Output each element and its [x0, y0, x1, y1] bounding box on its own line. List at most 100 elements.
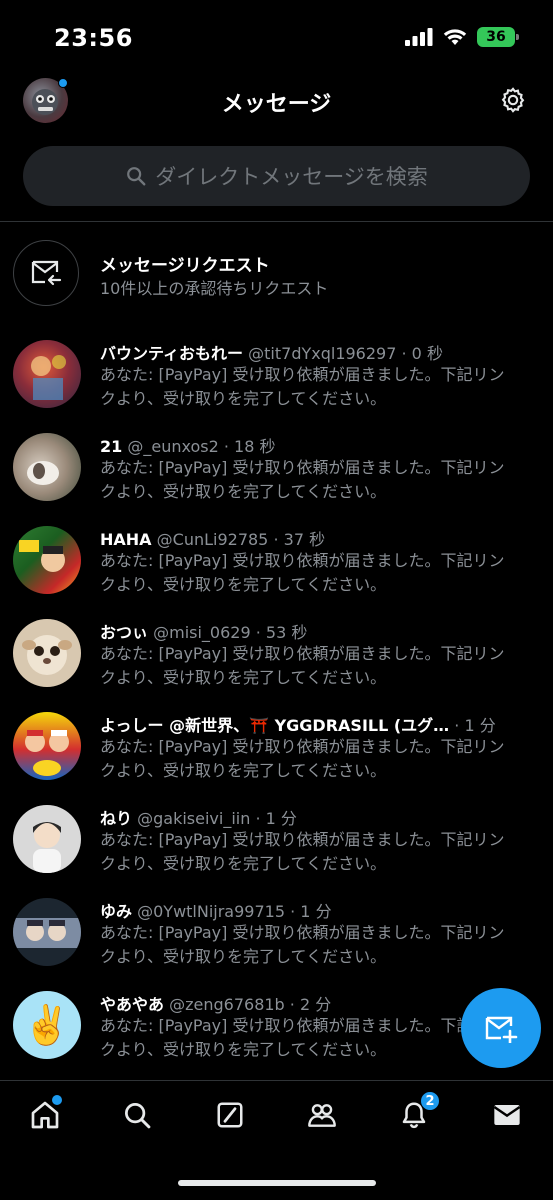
separator-dot: ·: [454, 716, 460, 735]
handle: @tit7dYxql196297: [248, 344, 397, 363]
battery-level: 36: [486, 29, 506, 45]
timestamp: 0 秒: [411, 344, 443, 363]
conversation-item[interactable]: バウンティおもれー @tit7dYxql196297 · 0 秒 あなた: [P…: [0, 330, 553, 423]
battery-indicator: 36: [477, 27, 519, 47]
separator-dot: ·: [273, 530, 279, 549]
timestamp: 37 秒: [283, 530, 326, 549]
display-name: バウンティおもれー: [100, 344, 244, 363]
conversation-header: バウンティおもれー @tit7dYxql196297 · 0 秒: [100, 340, 540, 364]
timestamp: 53 秒: [265, 623, 308, 642]
message-preview: あなた: [PayPay] 受け取り依頼が届きました。下記リンクより、受け取りを…: [100, 923, 505, 966]
avatar[interactable]: [13, 340, 81, 408]
nav-messages[interactable]: [487, 1095, 527, 1135]
conversation-item[interactable]: ねり @gakiseivi_iin · 1 分 あなた: [PayPay] 受け…: [0, 795, 553, 888]
avatar-image: [31, 355, 66, 400]
conversation-item[interactable]: よっしー @新世界、⛩️ YGGDRASILL (ユグ… · 1 分 あなた: …: [0, 702, 553, 795]
timestamp: 1 分: [464, 716, 496, 735]
avatar[interactable]: [13, 805, 81, 873]
display-name: やあやあ: [100, 995, 165, 1014]
avatar[interactable]: [13, 433, 81, 501]
conversation-header: HAHA @CunLi92785 · 37 秒: [100, 526, 540, 550]
display-name: HAHA: [100, 530, 152, 549]
request-title: メッセージリクエスト: [100, 256, 270, 276]
nav-grok[interactable]: [210, 1095, 250, 1135]
nav-search[interactable]: [117, 1095, 157, 1135]
wifi-icon: [443, 29, 467, 45]
home-indicator: [178, 1180, 376, 1186]
handle: @CunLi92785: [156, 530, 269, 549]
nav-communities[interactable]: [302, 1095, 342, 1135]
cellular-signal-icon: [405, 28, 433, 46]
avatar[interactable]: [13, 526, 81, 594]
message-request-icon: [13, 240, 79, 306]
separator-dot: ·: [401, 344, 407, 363]
avatar[interactable]: [13, 712, 81, 780]
nav-home[interactable]: [25, 1095, 65, 1135]
message-preview: あなた: [PayPay] 受け取り依頼が届きました。下記リンクより、受け取りを…: [100, 830, 505, 873]
search-input[interactable]: ダイレクトメッセージを検索: [23, 146, 530, 206]
timestamp: 1 分: [265, 809, 297, 828]
new-message-button[interactable]: [461, 988, 541, 1068]
conversation-item[interactable]: ゆみ @0YwtlNijra99715 · 1 分 あなた: [PayPay] …: [0, 888, 553, 981]
avatar-image: [27, 461, 59, 485]
status-bar: 23:56 36: [0, 0, 553, 72]
handle: @misi_0629: [153, 623, 251, 642]
display-name: 21: [100, 437, 123, 456]
separator-dot: ·: [255, 623, 261, 642]
conversation-item[interactable]: おつぃ @misi_0629 · 53 秒 あなた: [PayPay] 受け取り…: [0, 609, 553, 702]
conversation-header: ゆみ @0YwtlNijra99715 · 1 分: [100, 898, 540, 922]
handle: @_eunxos2: [127, 437, 219, 456]
request-subtitle: 10件以上の承認待ちリクエスト: [100, 279, 329, 298]
conversation-item[interactable]: HAHA @CunLi92785 · 37 秒 あなた: [PayPay] 受け…: [0, 516, 553, 609]
avatar[interactable]: [13, 898, 81, 966]
mail-icon: [493, 1105, 521, 1125]
home-notification-dot: [52, 1095, 62, 1105]
header: メッセージ: [0, 72, 553, 130]
separator-dot: ·: [223, 437, 229, 456]
avatar-image: [22, 635, 72, 675]
display-name: おつぃ: [100, 623, 149, 642]
timestamp: 2 分: [299, 995, 332, 1014]
message-preview: あなた: [PayPay] 受け取り依頼が届きました。下記リンクより、受け取りを…: [100, 1016, 505, 1059]
separator-dot: ·: [255, 809, 261, 828]
divider: [0, 221, 553, 222]
nav-notifications[interactable]: 2: [394, 1091, 440, 1135]
timestamp: 18 秒: [234, 437, 276, 456]
search-placeholder: ダイレクトメッセージを検索: [155, 165, 428, 189]
message-preview: あなた: [PayPay] 受け取り依頼が届きました。下記リンクより、受け取りを…: [100, 551, 505, 594]
display-name: ゆみ: [100, 902, 133, 921]
avatar-image: [25, 730, 69, 776]
search-icon: [127, 167, 146, 186]
status-icons: 36: [405, 27, 519, 47]
separator-dot: ·: [290, 902, 296, 921]
avatar-image: [19, 540, 65, 572]
message-preview: あなた: [PayPay] 受け取り依頼が届きました。下記リンクより、受け取りを…: [100, 644, 505, 687]
conversation-header: よっしー @新世界、⛩️ YGGDRASILL (ユグ… · 1 分: [100, 712, 540, 736]
avatar[interactable]: ✌️: [13, 991, 81, 1059]
separator-dot: ·: [289, 995, 295, 1014]
timestamp: 1 分: [300, 902, 332, 921]
conversation-header: おつぃ @misi_0629 · 53 秒: [100, 619, 540, 643]
handle: @zeng67681b: [169, 995, 285, 1014]
message-preview: あなた: [PayPay] 受け取り依頼が届きました。下記リンクより、受け取りを…: [100, 365, 505, 408]
handle: @0YwtlNijra99715: [137, 902, 286, 921]
conversation-header: 21 @_eunxos2 · 18 秒: [100, 433, 540, 457]
search-icon: [125, 1103, 151, 1129]
victory-hand-emoji: ✌️: [23, 1002, 71, 1047]
message-requests-row[interactable]: メッセージリクエスト 10件以上の承認待ちリクエスト: [0, 238, 553, 306]
display-name: ねり: [100, 809, 133, 828]
avatar[interactable]: [13, 619, 81, 687]
conversation-header: ねり @gakiseivi_iin · 1 分: [100, 805, 540, 829]
slash-box-icon: [217, 1102, 243, 1128]
notifications-badge: 2: [420, 1091, 440, 1111]
message-preview: あなた: [PayPay] 受け取り依頼が届きました。下記リンクより、受け取りを…: [100, 737, 505, 780]
conversation-item[interactable]: 21 @_eunxos2 · 18 秒 あなた: [PayPay] 受け取り依頼…: [0, 423, 553, 516]
gear-icon[interactable]: [499, 86, 527, 114]
display-name: よっしー @新世界、⛩️ YGGDRASILL (ユグ…: [100, 716, 450, 735]
people-icon: [308, 1104, 336, 1127]
avatar-image: [33, 822, 61, 873]
message-preview: あなた: [PayPay] 受け取り依頼が届きました。下記リンクより、受け取りを…: [100, 458, 505, 501]
handle: @gakiseivi_iin: [137, 809, 251, 828]
conversation-list: バウンティおもれー @tit7dYxql196297 · 0 秒 あなた: [P…: [0, 330, 553, 1074]
new-message-icon: [485, 1016, 518, 1043]
